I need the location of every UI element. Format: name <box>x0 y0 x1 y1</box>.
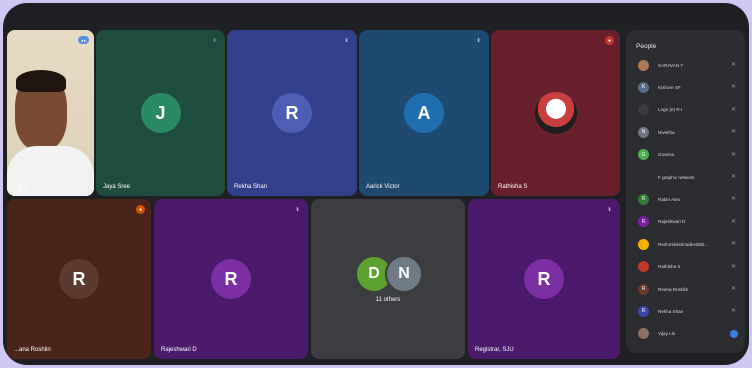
more-options-icon[interactable]: ●● <box>78 36 89 44</box>
participant-tile-rathisha[interactable]: ● Rathisha S <box>491 30 620 196</box>
people-avatar: G <box>638 149 649 161</box>
people-list-item[interactable]: F graphic network ✕ <box>638 170 742 184</box>
people-list-item[interactable]: R Reena Roshlin ✕ <box>638 282 742 296</box>
people-list-item[interactable]: N Niveitha ✕ <box>638 125 742 139</box>
people-avatar <box>638 104 649 116</box>
muted-mic-icon[interactable]: ✕ <box>731 285 738 293</box>
muted-mic-icon[interactable]: ✕ <box>731 195 738 203</box>
participant-tile-rajeshwari[interactable]: ⅱ R Rajeshwari D <box>154 199 308 359</box>
avatar: J <box>140 93 181 133</box>
people-avatar: R <box>638 305 649 317</box>
avatar-photo <box>534 92 577 134</box>
people-name: Rathisha S <box>658 264 681 270</box>
muted-mic-icon[interactable]: ✕ <box>731 128 738 136</box>
participant-name: Rathisha S <box>498 184 528 190</box>
muted-mic-icon[interactable]: ✕ <box>731 151 738 159</box>
people-name: Gowrna <box>658 152 675 158</box>
people-name: F graphic network <box>658 174 695 180</box>
participant-tile-jaya[interactable]: ⅱ J Jaya Sree <box>96 30 225 196</box>
speaking-indicator-icon[interactable] <box>730 329 738 338</box>
mic-indicator-icon: ● <box>136 205 145 214</box>
participant-name: Rekha Shan <box>234 184 268 190</box>
muted-mic-icon[interactable]: ✕ <box>731 218 738 226</box>
participant-name: Rajeshwari D <box>161 347 197 353</box>
people-list-item[interactable]: Logo (e) R.I ✕ <box>638 103 742 117</box>
mic-indicator-icon: ● <box>605 36 614 45</box>
people-list-item[interactable]: Vijay Lis <box>638 327 742 341</box>
people-name: Rabin Alex <box>658 196 680 202</box>
muted-mic-icon[interactable]: ✕ <box>731 106 738 114</box>
muted-mic-icon[interactable]: ✕ <box>731 240 738 248</box>
people-avatar: R <box>638 193 649 205</box>
people-title: People <box>636 43 657 50</box>
people-avatar: R <box>638 216 649 228</box>
avatar: R <box>211 259 251 299</box>
muted-mic-icon: ⅱ <box>608 206 611 213</box>
participant-name: ...ana Roshlin <box>14 347 51 353</box>
people-list-item[interactable]: Rathisha S ✕ <box>638 260 742 274</box>
avatar: R <box>272 93 312 133</box>
people-list-item[interactable]: R Rekha Shan ✕ <box>638 304 742 318</box>
people-list-item[interactable]: Reshmikrishnadevi282... ✕ <box>638 237 742 251</box>
muted-mic-icon: ⅱ <box>213 37 216 44</box>
avatar: R <box>524 259 564 299</box>
people-name: Rekha Shan <box>658 308 684 314</box>
participant-name: Registrar, SJU <box>475 347 514 353</box>
people-avatar <box>638 171 649 183</box>
muted-mic-icon[interactable]: ✕ <box>731 173 738 181</box>
people-avatar <box>638 261 649 273</box>
participant-tile-camera[interactable]: ●● ...a s <box>7 30 94 196</box>
people-avatar <box>638 328 649 340</box>
people-list-item[interactable]: K Kishore SF ✕ <box>638 80 742 94</box>
people-list-item[interactable]: R Rabin Alex ✕ <box>638 192 742 206</box>
participant-tile-rekha[interactable]: ⅱ R Rekha Shan <box>227 30 357 196</box>
meeting-window: ●● ...a s ⅱ J Jaya Sree ⅱ R Rekha Shan ⅱ… <box>3 3 749 365</box>
people-avatar: R <box>638 283 649 295</box>
people-name: Niveitha <box>658 129 675 135</box>
muted-mic-icon: ⅱ <box>477 37 480 44</box>
people-avatar: K <box>638 81 649 93</box>
people-name: SARAVAN T <box>658 62 684 68</box>
others-label: 11 others <box>375 297 401 303</box>
muted-mic-icon: ⅱ <box>345 37 348 44</box>
muted-mic-icon[interactable]: ✕ <box>731 61 738 69</box>
people-name: Vijay Lis <box>658 331 676 337</box>
people-panel: People SARAVAN T ✕ K Kishore SF ✕ Logo (e) R.… <box>626 30 745 353</box>
people-name: Reena Roshlin <box>658 286 689 292</box>
person-hair <box>16 70 66 92</box>
participant-name: ...a s <box>14 184 28 190</box>
muted-mic-icon[interactable]: ✕ <box>731 263 738 271</box>
people-list-item[interactable]: G Gowrna ✕ <box>638 148 742 162</box>
people-name: Kishore SF <box>658 84 681 90</box>
muted-mic-icon[interactable]: ✕ <box>731 83 738 91</box>
avatar: A <box>404 93 444 133</box>
participant-tile-aarick[interactable]: ⅱ A Aarick Victor <box>359 30 489 196</box>
participant-tile-reena[interactable]: ● R ...ana Roshlin <box>7 199 151 359</box>
participant-tile-others[interactable]: D N 11 others <box>311 199 465 359</box>
people-name: Rajeshwari D <box>658 219 686 225</box>
people-list-item[interactable]: SARAVAN T ✕ <box>638 58 742 72</box>
participant-name: Aarick Victor <box>366 184 400 190</box>
participant-name: Jaya Sree <box>103 184 131 190</box>
people-name: Logo (e) R.I <box>658 107 683 113</box>
people-avatar <box>638 59 649 71</box>
people-avatar <box>638 238 649 250</box>
muted-mic-icon[interactable]: ✕ <box>731 307 738 315</box>
participant-tile-registrar[interactable]: ⅱ R Registrar, SJU <box>468 199 620 359</box>
avatar-n: N <box>385 255 423 293</box>
people-list-item[interactable]: R Rajeshwari D ✕ <box>638 215 742 229</box>
people-name: Reshmikrishnadevi282... <box>658 241 709 247</box>
avatar: R <box>59 259 99 299</box>
muted-mic-icon: ⅱ <box>296 206 299 213</box>
people-avatar: N <box>638 126 649 138</box>
